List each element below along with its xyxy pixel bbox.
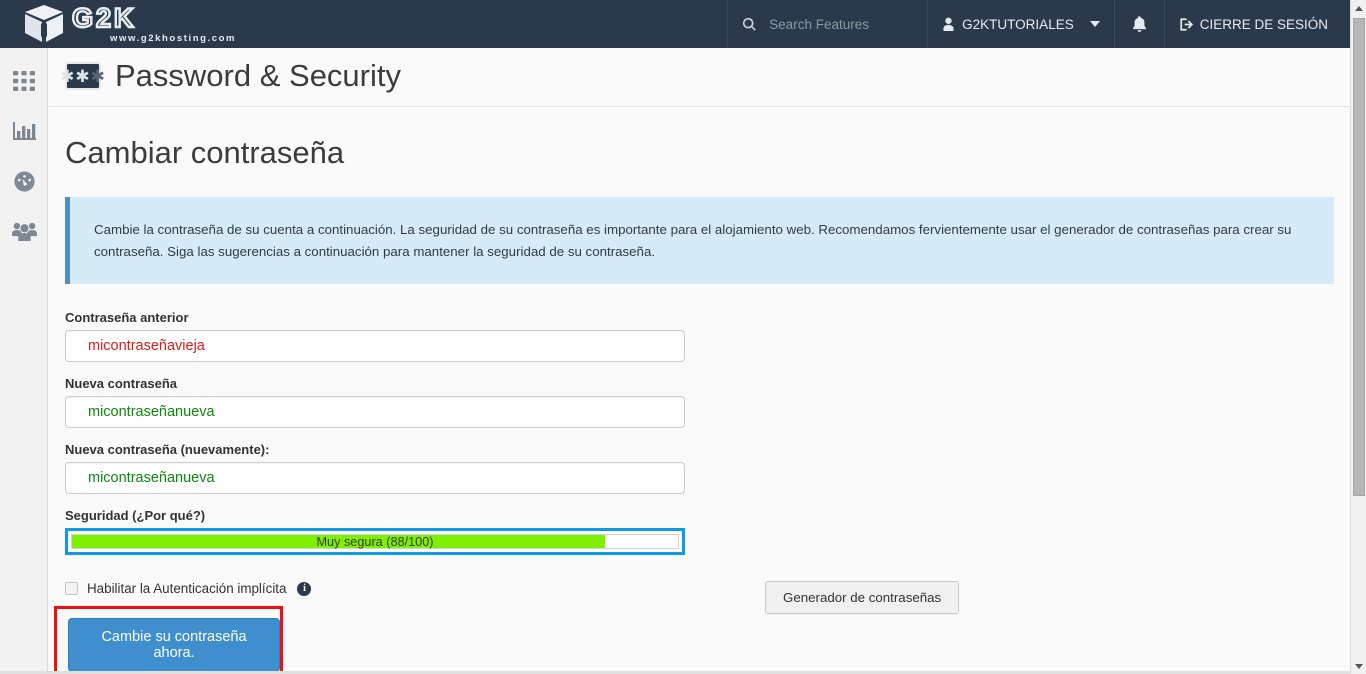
scroll-down-button[interactable] [1351, 658, 1366, 674]
g2k-cube-icon [22, 3, 66, 45]
sidebar-item-dashboard[interactable] [0, 156, 48, 206]
submit-highlight-box: Cambie su contraseña ahora. [54, 606, 283, 674]
new-password-input[interactable] [65, 396, 685, 428]
confirm-password-label: Nueva contraseña (nuevamente): [65, 442, 1334, 457]
sidebar-item-statistics[interactable] [0, 106, 48, 156]
user-icon [942, 17, 955, 31]
strength-meter: Muy segura (88/100) [65, 528, 685, 555]
field-new-password: Nueva contraseña [65, 376, 1334, 428]
page-header: ✱✱✱ Password & Security [49, 48, 1350, 107]
left-sidebar [0, 48, 48, 674]
logout-button[interactable]: CIERRE DE SESIÓN [1164, 0, 1350, 48]
chevron-up-icon [1355, 6, 1363, 11]
change-password-button[interactable]: Cambie su contraseña ahora. [68, 618, 280, 672]
scrollbar-thumb[interactable] [1353, 18, 1365, 496]
notifications-button[interactable] [1114, 0, 1164, 48]
users-icon [12, 221, 37, 242]
logout-label: CIERRE DE SESIÓN [1200, 17, 1328, 32]
strength-meter-text: Muy segura (88/100) [68, 531, 682, 552]
digest-auth-label: Habilitar la Autenticación implícita [87, 581, 286, 596]
bell-icon [1132, 16, 1147, 33]
new-password-label: Nueva contraseña [65, 376, 1334, 391]
content-area: Cambiar contraseña Cambie la contraseña … [49, 107, 1350, 674]
password-generator-button[interactable]: Generador de contraseñas [765, 581, 959, 614]
old-password-label: Contraseña anterior [65, 310, 1334, 325]
info-icon[interactable]: i [297, 582, 311, 596]
chevron-down-icon [1355, 664, 1363, 669]
logout-icon [1179, 17, 1194, 32]
field-old-password: Contraseña anterior [65, 310, 1334, 362]
brand-url: www.g2khosting.com [110, 33, 236, 44]
bar-chart-icon [13, 120, 36, 142]
strength-label: Seguridad (¿Por qué?) [65, 508, 1334, 523]
app-window: G2K www.g2khosting.com Search Features G… [0, 0, 1366, 674]
sidebar-item-users[interactable] [0, 206, 48, 256]
brand-logo[interactable]: G2K www.g2khosting.com [0, 0, 236, 48]
search-icon [742, 17, 757, 32]
page-scrollbar[interactable] [1350, 0, 1366, 674]
gauge-icon [13, 170, 36, 193]
username-label: G2KTUTORIALES [962, 17, 1074, 32]
search-box[interactable]: Search Features [727, 0, 927, 48]
confirm-password-input[interactable] [65, 462, 685, 494]
password-security-icon: ✱✱✱ [65, 62, 101, 90]
user-menu[interactable]: G2KTUTORIALES [927, 0, 1114, 48]
section-heading: Cambiar contraseña [65, 135, 1334, 171]
page-title: Password & Security [115, 58, 401, 94]
sidebar-item-apps-grid[interactable] [0, 56, 48, 106]
digest-auth-row: Habilitar la Autenticación implícita i [65, 581, 1334, 596]
info-banner: Cambie la contraseña de su cuenta a cont… [65, 197, 1334, 284]
grid-icon [13, 70, 35, 92]
old-password-input[interactable] [65, 330, 685, 362]
field-password-strength: Seguridad (¿Por qué?) Muy segura (88/100… [65, 508, 1334, 555]
chevron-down-icon [1090, 21, 1100, 27]
brand-text: G2K www.g2khosting.com [72, 5, 236, 44]
header-actions: Search Features G2KTUTORIALES [727, 0, 1350, 48]
main-content: ✱✱✱ Password & Security Cambiar contrase… [49, 48, 1350, 674]
top-header: G2K www.g2khosting.com Search Features G… [0, 0, 1350, 48]
g2k-wordmark-icon: G2K [72, 5, 220, 32]
search-input[interactable]: Search Features [769, 17, 869, 32]
svg-text:G2K: G2K [72, 5, 137, 32]
scroll-up-button[interactable] [1351, 0, 1366, 16]
digest-auth-checkbox[interactable] [65, 582, 78, 595]
field-confirm-password: Nueva contraseña (nuevamente): [65, 442, 1334, 494]
